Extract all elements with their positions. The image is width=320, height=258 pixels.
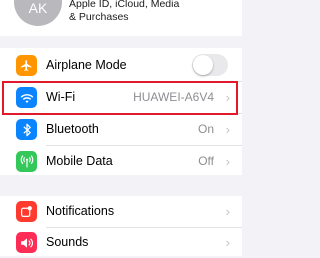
notifications-label: Notifications <box>46 204 115 218</box>
chevron-right-icon: › <box>225 204 230 219</box>
apple-id-profile-row[interactable]: AK Apple ID, iCloud, Media & Purchases <box>0 0 242 36</box>
chevron-right-icon: › <box>225 122 230 137</box>
notifications-row[interactable]: Notifications › <box>0 196 242 227</box>
airplane-icon <box>16 55 37 76</box>
chevron-right-icon: › <box>225 235 230 250</box>
antenna-icon <box>16 151 37 172</box>
airplane-mode-toggle[interactable] <box>192 54 228 76</box>
bluetooth-icon <box>16 119 37 140</box>
mobile-data-status: Off <box>198 154 214 168</box>
chevron-right-icon: › <box>225 154 230 169</box>
airplane-mode-label: Airplane Mode <box>46 58 127 72</box>
wifi-highlight-box <box>2 81 238 115</box>
airplane-mode-row: Airplane Mode <box>0 50 242 81</box>
sounds-row[interactable]: Sounds › <box>0 227 242 258</box>
bluetooth-status: On <box>197 122 214 136</box>
profile-subtitle-line2: & Purchases <box>69 11 129 23</box>
avatar: AK <box>14 0 62 26</box>
toggle-knob <box>193 55 213 75</box>
notifications-group: Notifications › Sounds › <box>0 196 242 256</box>
notifications-icon <box>16 201 37 222</box>
mobile-data-row[interactable]: Mobile Data Off › <box>0 146 242 177</box>
mobile-data-label: Mobile Data <box>46 154 113 168</box>
profile-subtitle: Apple ID, iCloud, Media & Purchases <box>69 0 229 24</box>
bluetooth-row[interactable]: Bluetooth On › <box>0 114 242 145</box>
profile-subtitle-line1: Apple ID, iCloud, Media <box>69 0 180 10</box>
sounds-label: Sounds <box>46 235 89 249</box>
bluetooth-label: Bluetooth <box>46 122 99 136</box>
